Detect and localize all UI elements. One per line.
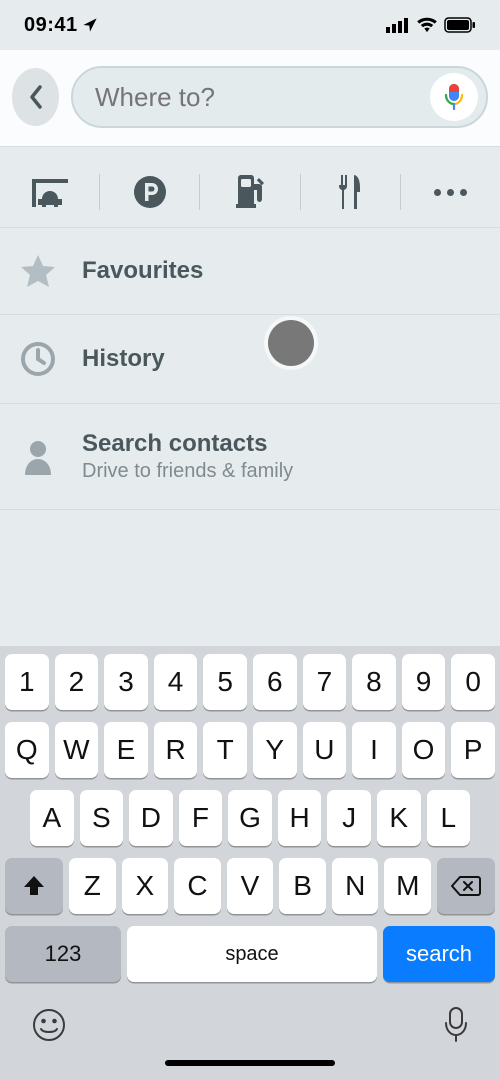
favourites-label: Favourites	[82, 257, 476, 285]
dictation-button[interactable]	[443, 1006, 469, 1049]
category-food[interactable]	[301, 165, 400, 219]
key-3[interactable]: 3	[104, 654, 148, 710]
status-right	[386, 17, 476, 33]
key-l[interactable]: L	[427, 790, 471, 846]
person-icon	[23, 439, 53, 475]
parking-icon	[133, 175, 167, 209]
key-c[interactable]: C	[174, 858, 221, 914]
key-x[interactable]: X	[122, 858, 169, 914]
key-2[interactable]: 2	[55, 654, 99, 710]
key-n[interactable]: N	[332, 858, 379, 914]
cell-signal-icon	[386, 17, 410, 33]
key-m[interactable]: M	[384, 858, 431, 914]
emoji-button[interactable]	[31, 1007, 67, 1048]
key-v[interactable]: V	[227, 858, 274, 914]
key-6[interactable]: 6	[253, 654, 297, 710]
gas-pump-icon	[234, 174, 266, 210]
home-indicator[interactable]	[165, 1060, 335, 1066]
shift-icon	[22, 874, 46, 898]
key-s[interactable]: S	[80, 790, 124, 846]
key-h[interactable]: H	[278, 790, 322, 846]
battery-icon	[444, 17, 476, 33]
key-shift[interactable]	[5, 858, 63, 914]
status-bar: 09:41	[0, 0, 500, 50]
key-space[interactable]: space	[127, 926, 377, 982]
key-5[interactable]: 5	[203, 654, 247, 710]
key-k[interactable]: K	[377, 790, 421, 846]
key-f[interactable]: F	[179, 790, 223, 846]
touch-indicator	[268, 320, 314, 366]
location-arrow-icon	[82, 17, 98, 33]
key-row-asdf: A S D F G H J K L	[3, 790, 497, 846]
search-contacts-title: Search contacts	[82, 430, 476, 458]
key-j[interactable]: J	[327, 790, 371, 846]
backspace-icon	[451, 875, 481, 897]
key-e[interactable]: E	[104, 722, 148, 778]
key-row-zxcv: Z X C V B N M	[3, 858, 497, 914]
voice-search-button[interactable]	[430, 73, 478, 121]
key-r[interactable]: R	[154, 722, 198, 778]
more-icon	[434, 189, 467, 196]
key-backspace[interactable]	[437, 858, 495, 914]
favourites-row[interactable]: Favourites	[0, 227, 500, 315]
key-0[interactable]: 0	[451, 654, 495, 710]
keyboard: 1 2 3 4 5 6 7 8 9 0 Q W E R T Y U I O P …	[0, 646, 500, 1080]
key-o[interactable]: O	[402, 722, 446, 778]
key-8[interactable]: 8	[352, 654, 396, 710]
key-4[interactable]: 4	[154, 654, 198, 710]
key-row-numbers: 1 2 3 4 5 6 7 8 9 0	[3, 654, 497, 710]
key-search[interactable]: search	[383, 926, 495, 982]
status-left: 09:41	[24, 14, 98, 37]
search-contacts-row[interactable]: Search contacts Drive to friends & famil…	[0, 404, 500, 510]
key-z[interactable]: Z	[69, 858, 116, 914]
category-gas[interactable]	[200, 165, 299, 219]
microphone-icon	[443, 82, 465, 112]
garage-icon	[30, 175, 70, 209]
key-a[interactable]: A	[30, 790, 74, 846]
category-parking[interactable]	[100, 165, 199, 219]
key-9[interactable]: 9	[402, 654, 446, 710]
suggestions-list: Favourites History Search contacts Drive…	[0, 227, 500, 510]
key-d[interactable]: D	[129, 790, 173, 846]
key-b[interactable]: B	[279, 858, 326, 914]
wifi-icon	[416, 17, 438, 33]
back-button[interactable]	[12, 68, 59, 126]
emoji-icon	[31, 1007, 67, 1043]
key-123[interactable]: 123	[5, 926, 121, 982]
key-u[interactable]: U	[303, 722, 347, 778]
history-row[interactable]: History	[0, 315, 500, 404]
search-field[interactable]	[71, 66, 488, 128]
key-p[interactable]: P	[451, 722, 495, 778]
key-7[interactable]: 7	[303, 654, 347, 710]
star-icon	[20, 254, 56, 288]
fork-knife-icon	[335, 173, 365, 211]
clock-icon	[20, 341, 56, 377]
key-g[interactable]: G	[228, 790, 272, 846]
chevron-left-icon	[27, 84, 45, 110]
key-w[interactable]: W	[55, 722, 99, 778]
status-time: 09:41	[24, 14, 78, 37]
key-row-qwerty: Q W E R T Y U I O P	[3, 722, 497, 778]
category-more[interactable]	[401, 165, 500, 219]
category-row	[0, 147, 500, 227]
search-contacts-subtitle: Drive to friends & family	[82, 460, 476, 483]
category-garage[interactable]	[0, 165, 99, 219]
keyboard-toolbar	[3, 994, 497, 1056]
key-row-bottom: 123 space search	[3, 926, 497, 982]
key-q[interactable]: Q	[5, 722, 49, 778]
key-t[interactable]: T	[203, 722, 247, 778]
search-input[interactable]	[95, 82, 430, 113]
key-i[interactable]: I	[352, 722, 396, 778]
search-header	[0, 50, 500, 147]
microphone-outline-icon	[443, 1006, 469, 1044]
key-y[interactable]: Y	[253, 722, 297, 778]
key-1[interactable]: 1	[5, 654, 49, 710]
